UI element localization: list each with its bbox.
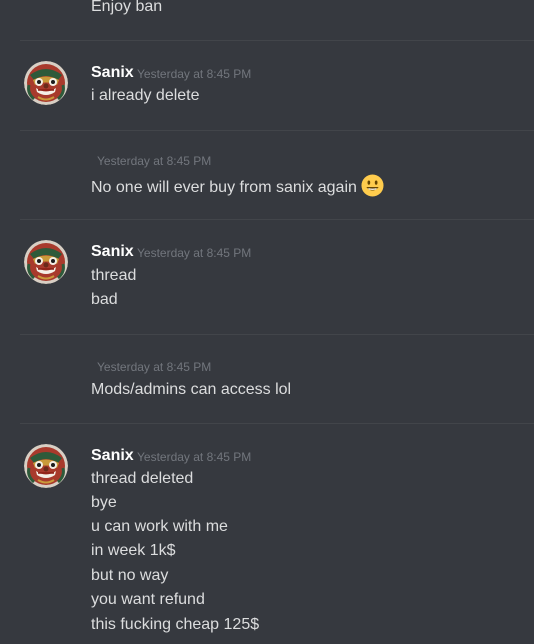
message-line: bad: [91, 291, 118, 308]
message-timestamp[interactable]: Yesterday at 8:45 PM: [97, 359, 211, 375]
message-divider: [20, 423, 534, 424]
author-name[interactable]: Sanix: [91, 446, 134, 466]
message-divider: [20, 219, 534, 220]
message-line: you want refund: [91, 591, 205, 608]
message-line: Enjoy ban: [91, 0, 163, 15]
user-avatar[interactable]: [24, 240, 68, 284]
message-line: i already delete: [91, 87, 200, 104]
message-line: in week 1k$: [91, 542, 176, 559]
message-divider: [20, 130, 534, 131]
user-avatar[interactable]: [24, 61, 68, 105]
smiley-emoji-icon[interactable]: [361, 174, 384, 197]
message-line: thread deleted: [91, 470, 194, 487]
message-line: No one will ever buy from sanix again: [91, 174, 384, 200]
message-timestamp[interactable]: Yesterday at 8:45 PM: [137, 66, 251, 82]
message-line: bye: [91, 494, 117, 511]
message-text: No one will ever buy from sanix again: [91, 179, 357, 196]
message-timestamp[interactable]: Yesterday at 8:45 PM: [137, 449, 251, 465]
message-timestamp[interactable]: Yesterday at 8:45 PM: [137, 245, 251, 261]
lion-avatar-icon: [24, 61, 68, 105]
message-timestamp[interactable]: Yesterday at 8:45 PM: [97, 153, 211, 169]
message-divider: [20, 40, 534, 41]
message-divider: [20, 334, 534, 335]
message-line: Mods/admins can access lol: [91, 381, 292, 398]
author-name[interactable]: Sanix: [91, 242, 134, 262]
author-name[interactable]: Sanix: [91, 63, 134, 83]
message-line: u can work with me: [91, 518, 228, 535]
message-line: this fucking cheap 125$: [91, 616, 260, 633]
lion-avatar-icon: [24, 240, 68, 284]
message-line: but no way: [91, 567, 169, 584]
user-avatar[interactable]: [24, 444, 68, 488]
lion-avatar-icon: [24, 444, 68, 488]
message-line: thread: [91, 267, 137, 284]
